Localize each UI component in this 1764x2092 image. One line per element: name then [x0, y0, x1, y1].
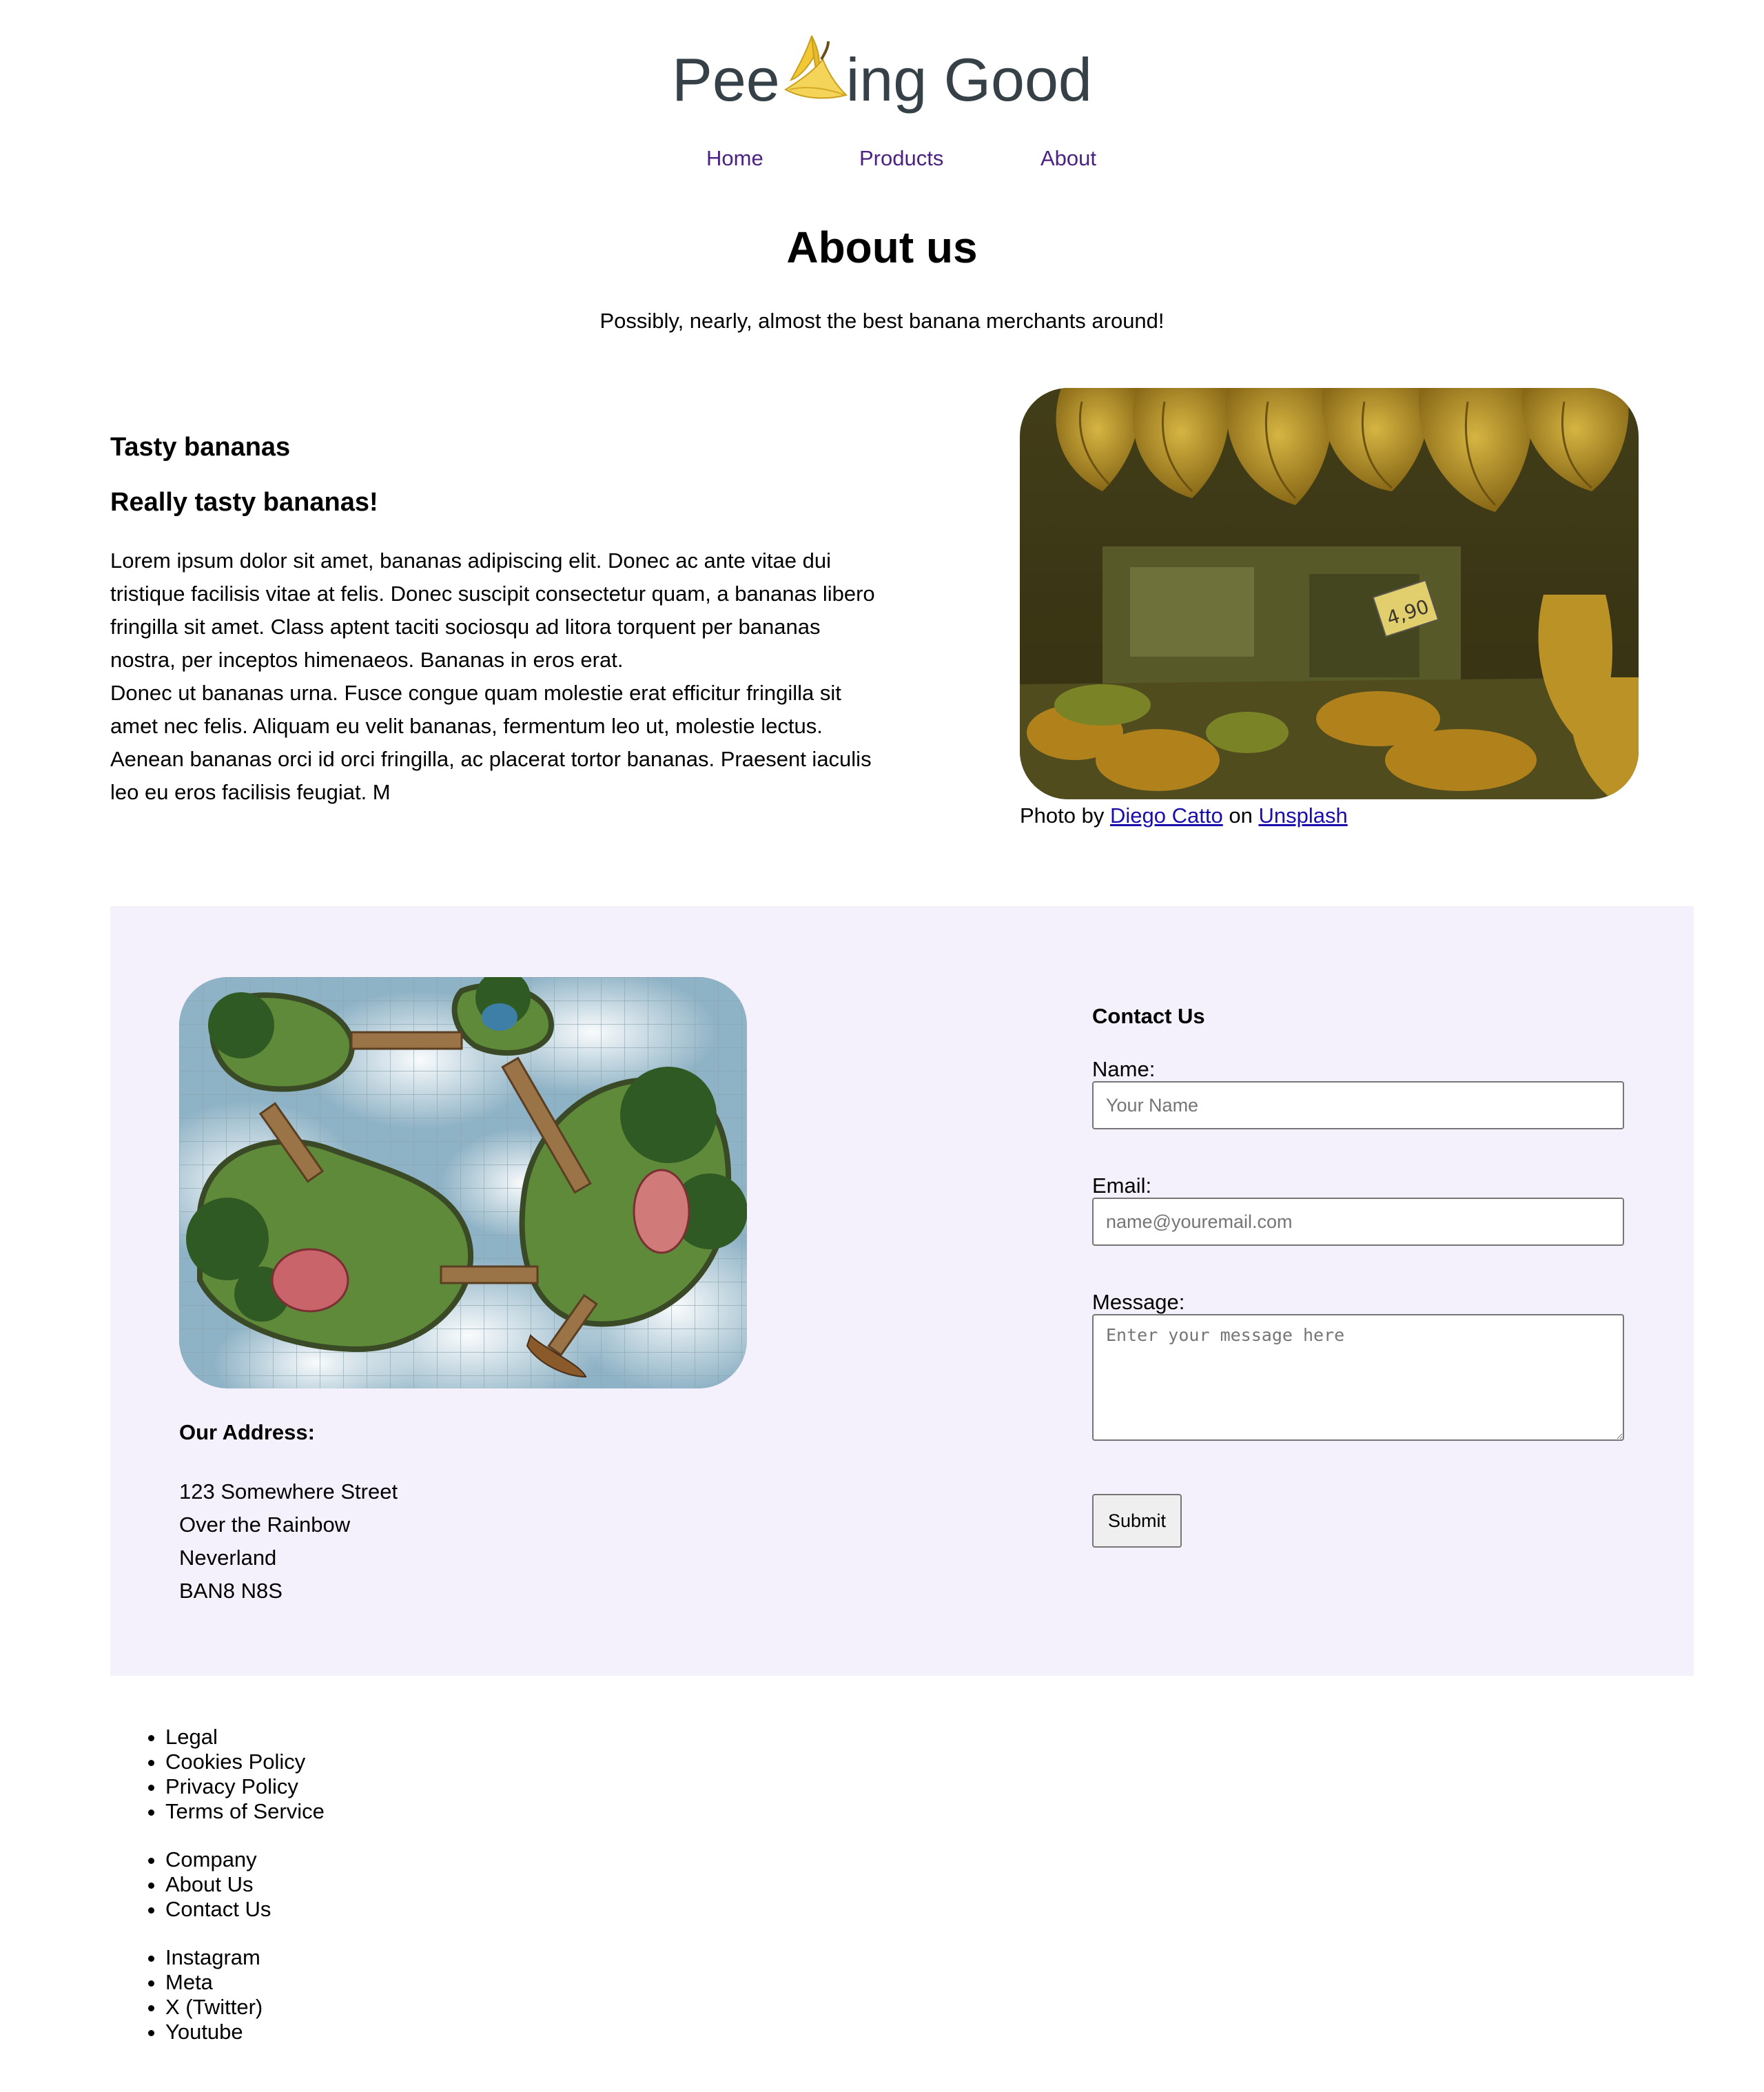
footer-link-meta[interactable]: Meta [165, 1970, 263, 1995]
footer-legal-list: Legal Cookies Policy Privacy Policy Term… [110, 1725, 325, 1824]
footer-link-instagram[interactable]: Instagram [165, 1945, 263, 1970]
photo-credit-prefix: Photo by [1020, 803, 1105, 828]
address-line: 123 Somewhere Street [179, 1479, 398, 1504]
footer-link-youtube[interactable]: Youtube [165, 2020, 263, 2044]
footer-link-cookies-policy[interactable]: Cookies Policy [165, 1750, 325, 1774]
nav-about-link[interactable]: About [1040, 146, 1096, 171]
footer-link-contact-us[interactable]: Contact Us [165, 1897, 271, 1922]
logo-text-start: Pee [672, 45, 780, 114]
photo-author-link[interactable]: Diego Catto [1110, 803, 1223, 828]
intro-paragraph: Donec ut bananas urna. Fusce congue quam… [110, 681, 872, 804]
footer-link-privacy-policy[interactable]: Privacy Policy [165, 1774, 325, 1799]
intro-subheading: Really tasty bananas! [110, 488, 378, 517]
contact-section: Our Address: 123 Somewhere Street Over t… [110, 906, 1694, 1676]
logo-text-end: ing Good [845, 45, 1092, 114]
name-input[interactable] [1092, 1081, 1624, 1129]
address-block: 123 Somewhere Street Over the Rainbow Ne… [179, 1475, 398, 1608]
site-logo[interactable]: Pee ing Good [0, 32, 1764, 113]
intro-body: Lorem ipsum dolor sit amet, bananas adip… [110, 544, 882, 809]
fantasy-island-map-image [179, 977, 747, 1388]
photo-credit-middle: on [1229, 803, 1253, 828]
page-tagline: Possibly, nearly, almost the best banana… [599, 309, 1165, 333]
footer-link-about-us[interactable]: About Us [165, 1872, 271, 1897]
address-line: Neverland [179, 1546, 277, 1570]
intro-paragraph: Lorem ipsum dolor sit amet, bananas adip… [110, 548, 875, 672]
footer-link-x-twitter[interactable]: X (Twitter) [165, 1995, 263, 2020]
nav-home-link[interactable]: Home [706, 146, 763, 171]
email-label: Email: [1092, 1173, 1152, 1198]
contact-form-title: Contact Us [1092, 1004, 1205, 1028]
banana-market-photo: 4,90 [1020, 388, 1639, 799]
footer-link-legal[interactable]: Legal [165, 1725, 325, 1750]
unsplash-link[interactable]: Unsplash [1258, 803, 1347, 828]
intro-heading: Tasty bananas [110, 433, 291, 462]
page-title: About us [786, 223, 978, 272]
footer-link-terms-of-service[interactable]: Terms of Service [165, 1799, 325, 1824]
footer-company-list: Company About Us Contact Us [110, 1847, 271, 1922]
banana-icon [779, 32, 848, 113]
footer-link-company[interactable]: Company [165, 1847, 271, 1872]
email-input[interactable] [1092, 1198, 1624, 1246]
submit-button[interactable]: Submit [1092, 1494, 1182, 1548]
message-textarea[interactable] [1092, 1314, 1624, 1441]
name-label: Name: [1092, 1057, 1156, 1081]
address-title: Our Address: [179, 1420, 315, 1444]
footer-social-list: Instagram Meta X (Twitter) Youtube [110, 1945, 263, 2044]
message-label: Message: [1092, 1290, 1185, 1314]
address-line: BAN8 N8S [179, 1579, 283, 1603]
address-line: Over the Rainbow [179, 1512, 351, 1537]
photo-credit: Photo by Diego Catto on Unsplash [1020, 803, 1348, 828]
nav-products-link[interactable]: Products [859, 146, 943, 171]
